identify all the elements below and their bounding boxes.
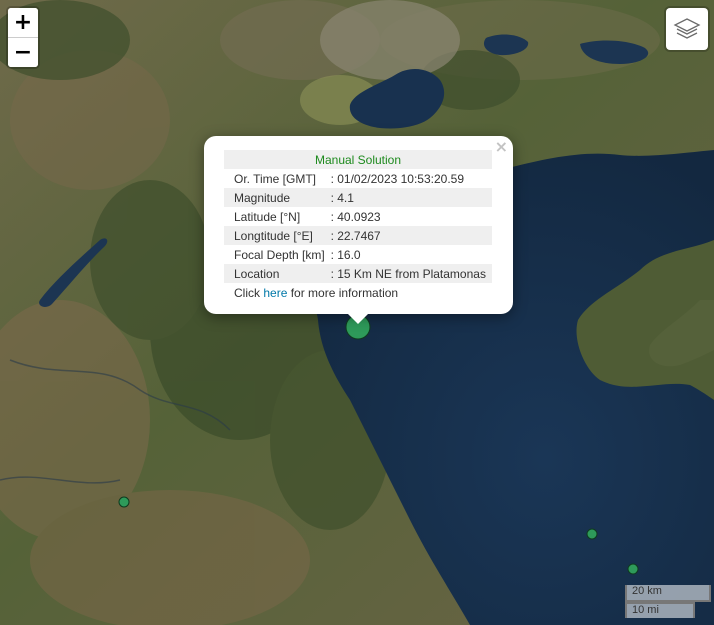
popup-tip — [347, 313, 369, 324]
row-value: : 22.7467 — [328, 226, 492, 245]
footer-suffix: for more information — [287, 285, 399, 300]
row-value: : 40.0923 — [330, 209, 381, 224]
scale-metric: 20 km — [625, 585, 711, 602]
table-row: Latitude [°N] : 40.0923 — [224, 207, 492, 226]
more-info-link[interactable]: here — [263, 286, 287, 300]
row-value: : 15 Km NE from Platamonas — [328, 264, 492, 283]
zoom-out-button[interactable]: − — [8, 37, 38, 67]
row-value: : 01/02/2023 10:53:20.59 — [330, 171, 465, 186]
table-row: Focal Depth [km] : 16.0 — [224, 245, 492, 264]
table-row: Location : 15 Km NE from Platamonas — [224, 264, 492, 283]
row-value: : 16.0 — [330, 247, 361, 262]
layers-icon — [673, 18, 701, 39]
popup-footer: Click here for more information — [224, 283, 492, 302]
table-row: Magnitude : 4.1 — [224, 188, 492, 207]
row-label: Magnitude — [224, 188, 329, 207]
popup-footer-row: Click here for more information — [224, 283, 492, 302]
earthquake-info-table: Manual Solution Or. Time [GMT] : 01/02/2… — [224, 150, 492, 302]
earthquake-marker[interactable] — [627, 563, 639, 575]
row-label: Focal Depth [km] — [234, 247, 325, 262]
map[interactable]: + − × Manual Solution Or. Time [GMT] : 0… — [0, 0, 714, 625]
zoom-in-button[interactable]: + — [8, 8, 38, 37]
scale-imperial: 10 mi — [625, 602, 695, 618]
layers-button[interactable] — [666, 8, 708, 50]
row-label: Or. Time [GMT] — [234, 171, 317, 186]
popup-title-row: Manual Solution — [224, 150, 492, 169]
row-label: Latitude [°N] — [234, 209, 301, 224]
row-value: : 4.1 — [328, 188, 492, 207]
popup-title: Manual Solution — [224, 150, 492, 169]
table-row: Longtitude [°E] : 22.7467 — [224, 226, 492, 245]
popup-close-button[interactable]: × — [495, 139, 508, 155]
row-label: Longtitude [°E] — [224, 226, 329, 245]
city-area — [320, 0, 460, 80]
row-label: Location — [224, 264, 329, 283]
footer-prefix: Click — [234, 285, 264, 300]
earthquake-marker[interactable] — [586, 528, 598, 540]
earthquake-marker[interactable] — [118, 496, 130, 508]
table-row: Or. Time [GMT] : 01/02/2023 10:53:20.59 — [224, 169, 492, 188]
zoom-control: + − — [8, 8, 38, 67]
earthquake-popup: × Manual Solution Or. Time [GMT] : 01/02… — [204, 136, 513, 324]
